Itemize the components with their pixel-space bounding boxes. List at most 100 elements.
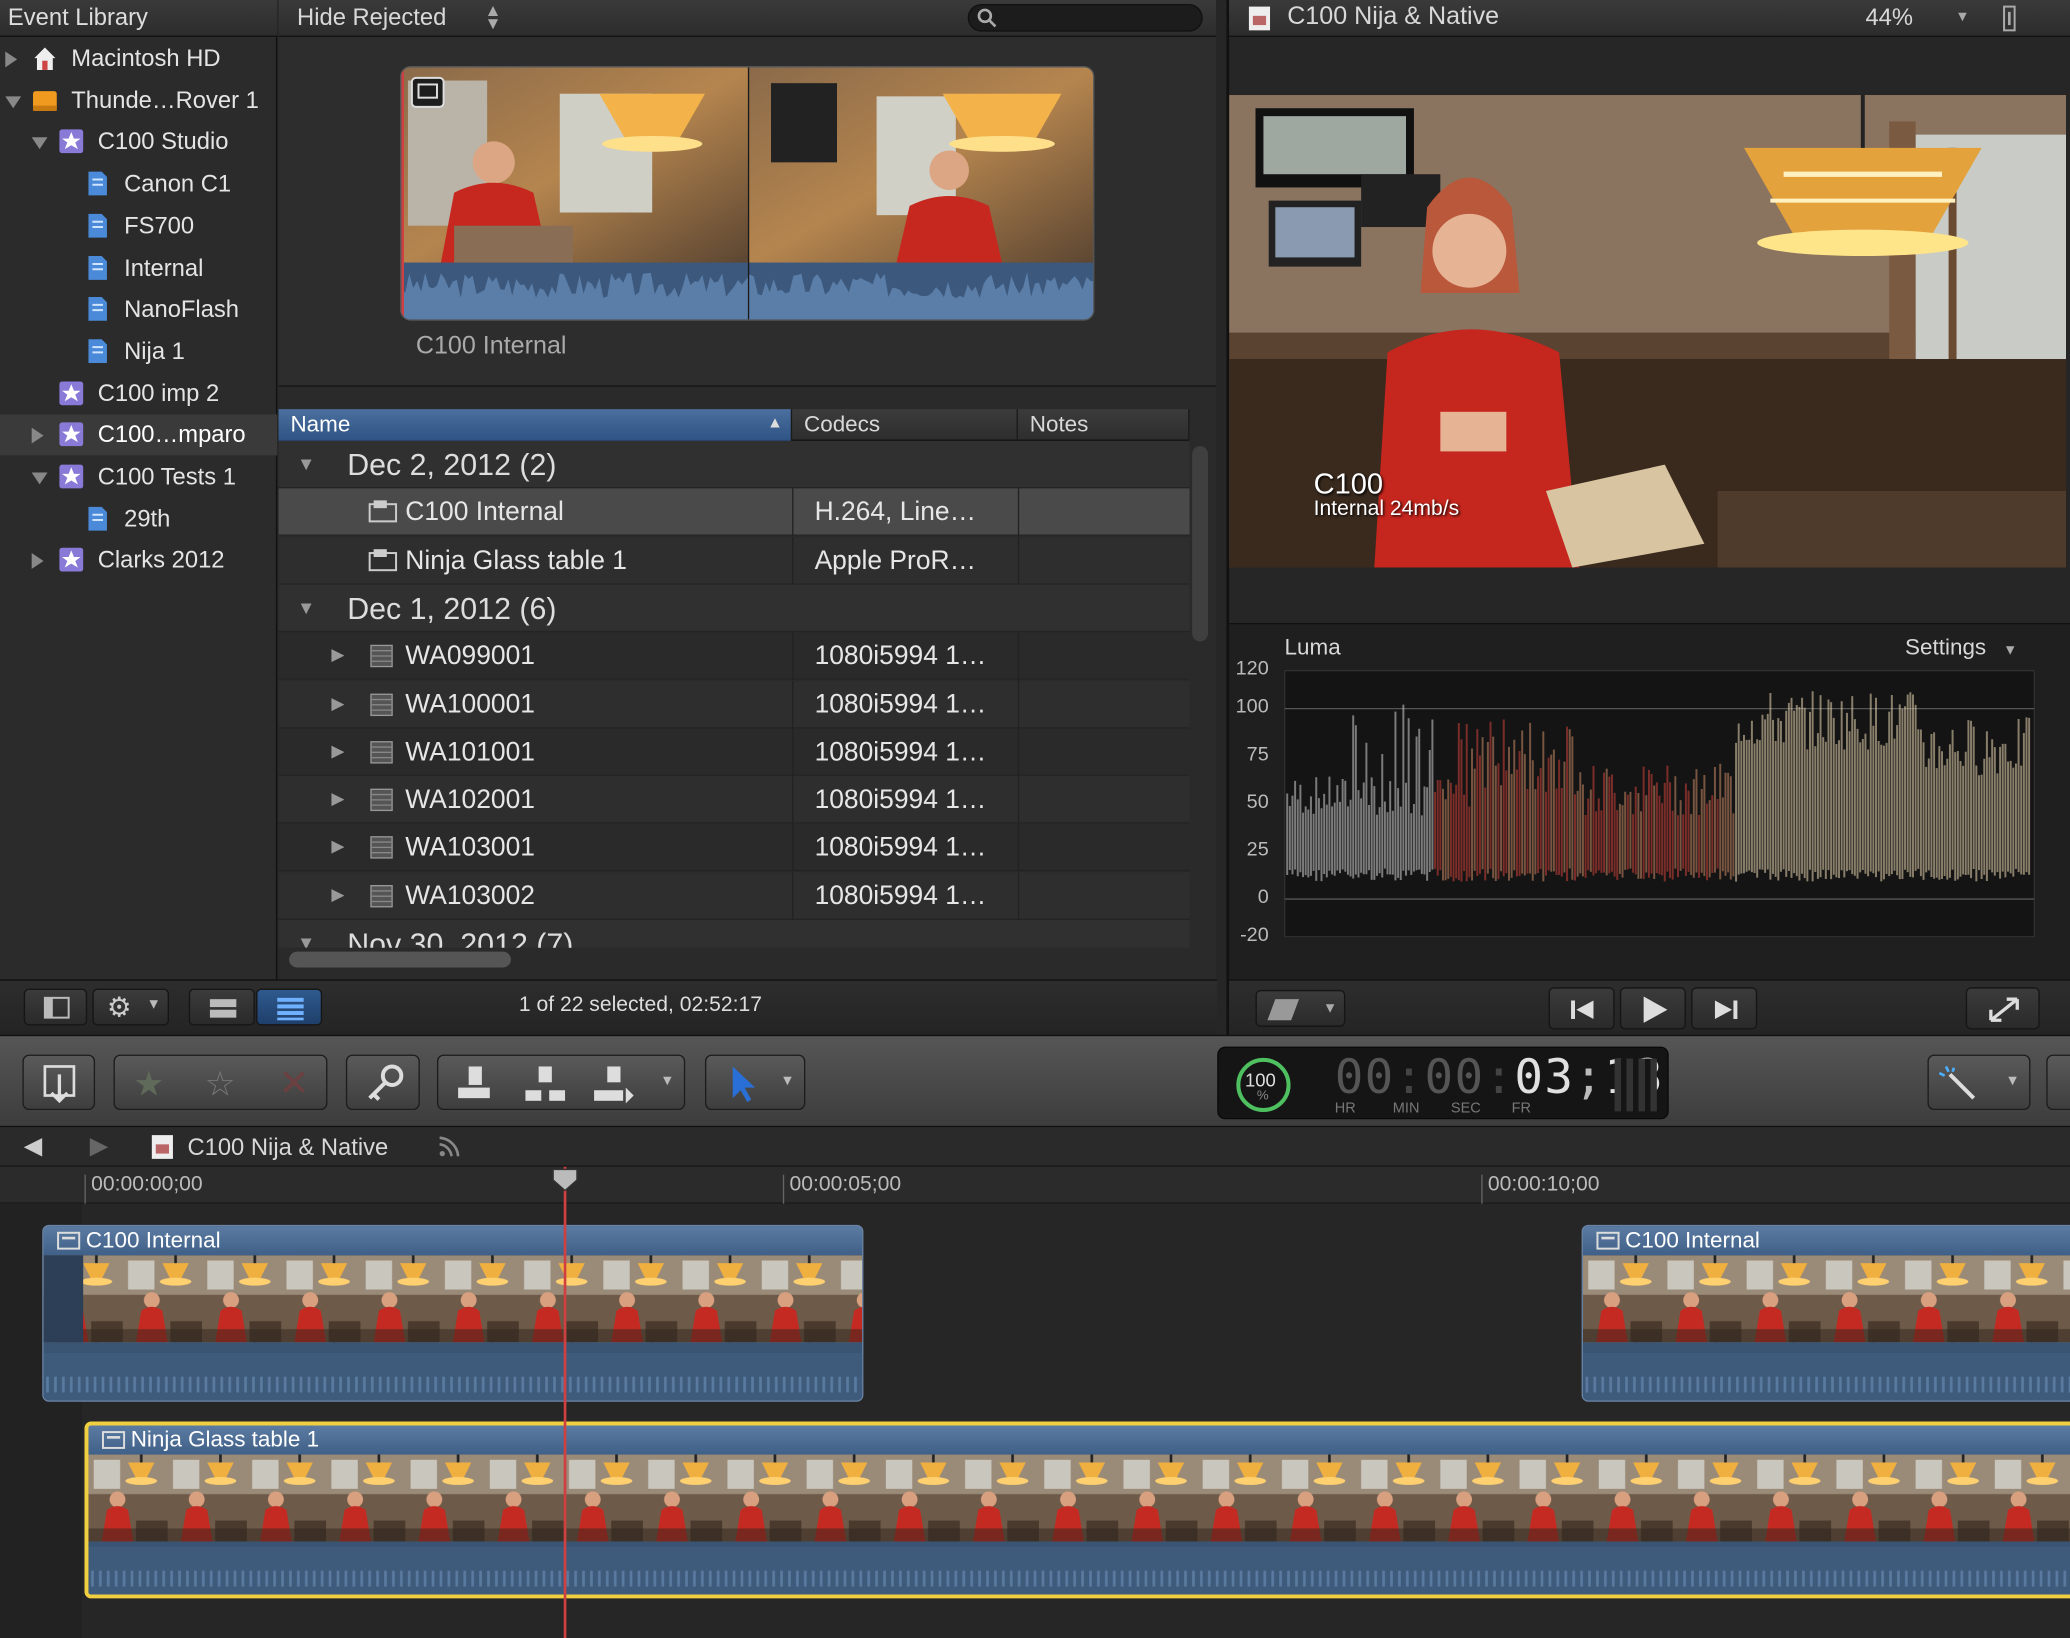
reject-x-icon[interactable]: ✕ xyxy=(279,1061,310,1105)
favorite-star-icon[interactable]: ★ xyxy=(133,1064,164,1105)
key-icon xyxy=(368,1064,404,1101)
dashboard-timecode[interactable]: 100 % 00:00:03;13 HRMINSECFR xyxy=(1217,1046,1669,1120)
previous-edit-button[interactable] xyxy=(1548,987,1615,1030)
chevron-down-icon[interactable]: ▼ xyxy=(660,1073,674,1089)
clip-name: WA103001 xyxy=(405,833,535,863)
tool-select-button[interactable]: ▼ xyxy=(704,1054,806,1111)
unrate-star-icon[interactable]: ☆ xyxy=(205,1064,236,1105)
more-tools-button[interactable] xyxy=(2046,1054,2070,1111)
playhead-handle[interactable] xyxy=(551,1167,580,1193)
library-item[interactable]: 29th xyxy=(0,499,277,540)
import-media-button[interactable] xyxy=(22,1054,96,1111)
compound-clip-icon xyxy=(101,1431,126,1449)
toggle-library-button[interactable] xyxy=(23,988,88,1026)
disclosure-closed-icon[interactable]: ▶ xyxy=(331,884,344,905)
append-clip-icon[interactable] xyxy=(581,1056,652,1111)
list-view-button[interactable] xyxy=(256,988,323,1026)
clip-row[interactable]: ▶ WA099001 1080i5994 1… xyxy=(278,632,1190,680)
library-item[interactable]: C100 Studio xyxy=(0,122,277,163)
library-item[interactable]: Macintosh HD xyxy=(0,38,277,79)
viewer-video-frame[interactable]: C100 Internal 24mb/s xyxy=(1229,95,2067,568)
disclosure-closed-icon[interactable] xyxy=(31,428,44,444)
clip-row[interactable]: ▶ WA101001 1080i5994 1… xyxy=(278,728,1190,776)
column-codecs[interactable]: Codecs xyxy=(792,409,1018,441)
list-vertical-scrollbar[interactable] xyxy=(1192,446,1208,642)
search-field[interactable] xyxy=(967,3,1203,32)
library-item[interactable]: FS700 xyxy=(0,206,277,247)
import-icon xyxy=(43,1065,76,1104)
selected-clip-filmstrip[interactable] xyxy=(400,65,1095,321)
timeline-clip-ninja-glass-table[interactable]: Ninja Glass table 1 xyxy=(84,1421,2070,1599)
enhancements-menu-button[interactable]: ▼ xyxy=(1255,989,1346,1027)
clip-row[interactable]: Ninja Glass table 1 Apple ProR… xyxy=(278,536,1190,585)
disclosure-open-icon[interactable]: ▼ xyxy=(297,453,315,474)
disclosure-closed-icon[interactable]: ▶ xyxy=(331,740,344,761)
column-notes[interactable]: Notes xyxy=(1018,409,1190,441)
rss-icon[interactable] xyxy=(436,1134,462,1160)
fullscreen-button[interactable] xyxy=(1965,987,2040,1030)
chevron-down-icon: ▼ xyxy=(780,1073,795,1089)
timeline-ruler[interactable]: 00:00:00;00 00:00:05;00 00:00:10;00 xyxy=(0,1166,2070,1204)
library-item[interactable]: C100…mparo xyxy=(0,414,278,456)
disclosure-open-icon[interactable]: ▼ xyxy=(297,932,315,948)
connect-clip-icon[interactable] xyxy=(438,1056,509,1111)
clip-name: WA103002 xyxy=(405,881,535,911)
forward-arrow-icon[interactable]: ▶ xyxy=(90,1132,108,1160)
disclosure-open-icon[interactable] xyxy=(5,95,22,108)
effects-menu-button[interactable]: ▼ xyxy=(1927,1054,2031,1111)
column-name[interactable]: Name ▲ xyxy=(278,409,793,441)
playhead[interactable] xyxy=(563,1166,567,1638)
film-clip-icon xyxy=(370,788,393,812)
disclosure-closed-icon[interactable]: ▶ xyxy=(331,692,344,713)
action-menu-button[interactable]: ⚙ ▼ xyxy=(92,988,169,1026)
timecode-unit-label: FR xyxy=(1511,1100,1531,1117)
keyword-editor-button[interactable] xyxy=(345,1054,420,1111)
viewer-panel: C100 Nija & Native 44% ▼ C100 Internal 2… xyxy=(1226,0,2070,1035)
disclosure-closed-icon[interactable]: ▶ xyxy=(331,836,344,857)
play-button[interactable] xyxy=(1619,987,1686,1030)
event-browser: Hide Rejected ▲ ▼ C100 Internal Name ▲ C… xyxy=(278,0,1216,980)
library-item[interactable]: C100 imp 2 xyxy=(0,373,277,414)
library-item-label: 29th xyxy=(124,505,171,532)
disclosure-closed-icon[interactable] xyxy=(5,51,18,68)
disclosure-closed-icon[interactable] xyxy=(31,553,44,570)
insert-clip-icon[interactable] xyxy=(510,1056,581,1111)
date-group-row[interactable]: ▼ Dec 2, 2012 (2) xyxy=(278,440,1190,489)
filmstrip-view-button[interactable] xyxy=(188,988,255,1026)
library-item[interactable]: Thunde…Rover 1 xyxy=(0,80,277,121)
timeline-clip-c100-internal[interactable]: C100 Internal xyxy=(42,1224,864,1402)
back-arrow-icon[interactable]: ◀ xyxy=(24,1132,42,1160)
library-item[interactable]: Canon C1 xyxy=(0,164,277,205)
ruler-tick-2: 00:00:10;00 xyxy=(1487,1173,1600,1196)
clip-row[interactable]: ▶ WA102001 1080i5994 1… xyxy=(278,776,1190,824)
scope-settings[interactable]: Settings ▼ xyxy=(1905,635,2017,661)
date-group-row[interactable]: ▼ Dec 1, 2012 (6) xyxy=(278,584,1190,633)
timeline-clip-c100-internal-2[interactable]: C100 Internal xyxy=(1581,1224,2070,1402)
disclosure-open-icon[interactable] xyxy=(31,472,48,485)
disclosure-closed-icon[interactable]: ▶ xyxy=(331,644,344,665)
list-horizontal-scrollbar[interactable] xyxy=(289,951,511,968)
library-item-label: Macintosh HD xyxy=(71,44,221,72)
clip-row[interactable]: ▶ WA103001 1080i5994 1… xyxy=(278,824,1190,872)
library-item[interactable]: NanoFlash xyxy=(0,289,277,330)
clip-row[interactable]: C100 Internal H.264, Line… xyxy=(278,488,1190,537)
filter-popup[interactable]: Hide Rejected ▲ ▼ xyxy=(297,1,501,32)
disclosure-open-icon[interactable]: ▼ xyxy=(297,596,315,617)
library-item[interactable]: Nija 1 xyxy=(0,331,277,372)
viewer-display-options-icon[interactable] xyxy=(1995,4,2024,33)
clip-row[interactable]: ▶ WA103002 1080i5994 1… xyxy=(278,872,1190,920)
library-item[interactable]: Clarks 2012 xyxy=(0,540,277,581)
next-edit-button[interactable] xyxy=(1691,987,1758,1030)
library-item[interactable]: C100 Tests 1 xyxy=(0,457,277,498)
compound-clip-icon xyxy=(368,500,398,523)
disclosure-closed-icon[interactable]: ▶ xyxy=(331,788,344,809)
zoom-level[interactable]: 44% xyxy=(1865,4,1913,32)
library-item[interactable]: Internal xyxy=(0,247,277,288)
skip-forward-icon xyxy=(1714,1000,1738,1019)
search-input[interactable] xyxy=(1003,6,1189,30)
date-group-row[interactable]: ▼ Nov 30, 2012 (7) xyxy=(278,919,1190,948)
clip-row[interactable]: ▶ WA100001 1080i5994 1… xyxy=(278,680,1190,728)
video-overlay-subtitle: Internal 24mb/s xyxy=(1313,497,1460,521)
zoom-dropdown-icon[interactable]: ▼ xyxy=(1955,9,1969,25)
disclosure-open-icon[interactable] xyxy=(31,137,48,150)
